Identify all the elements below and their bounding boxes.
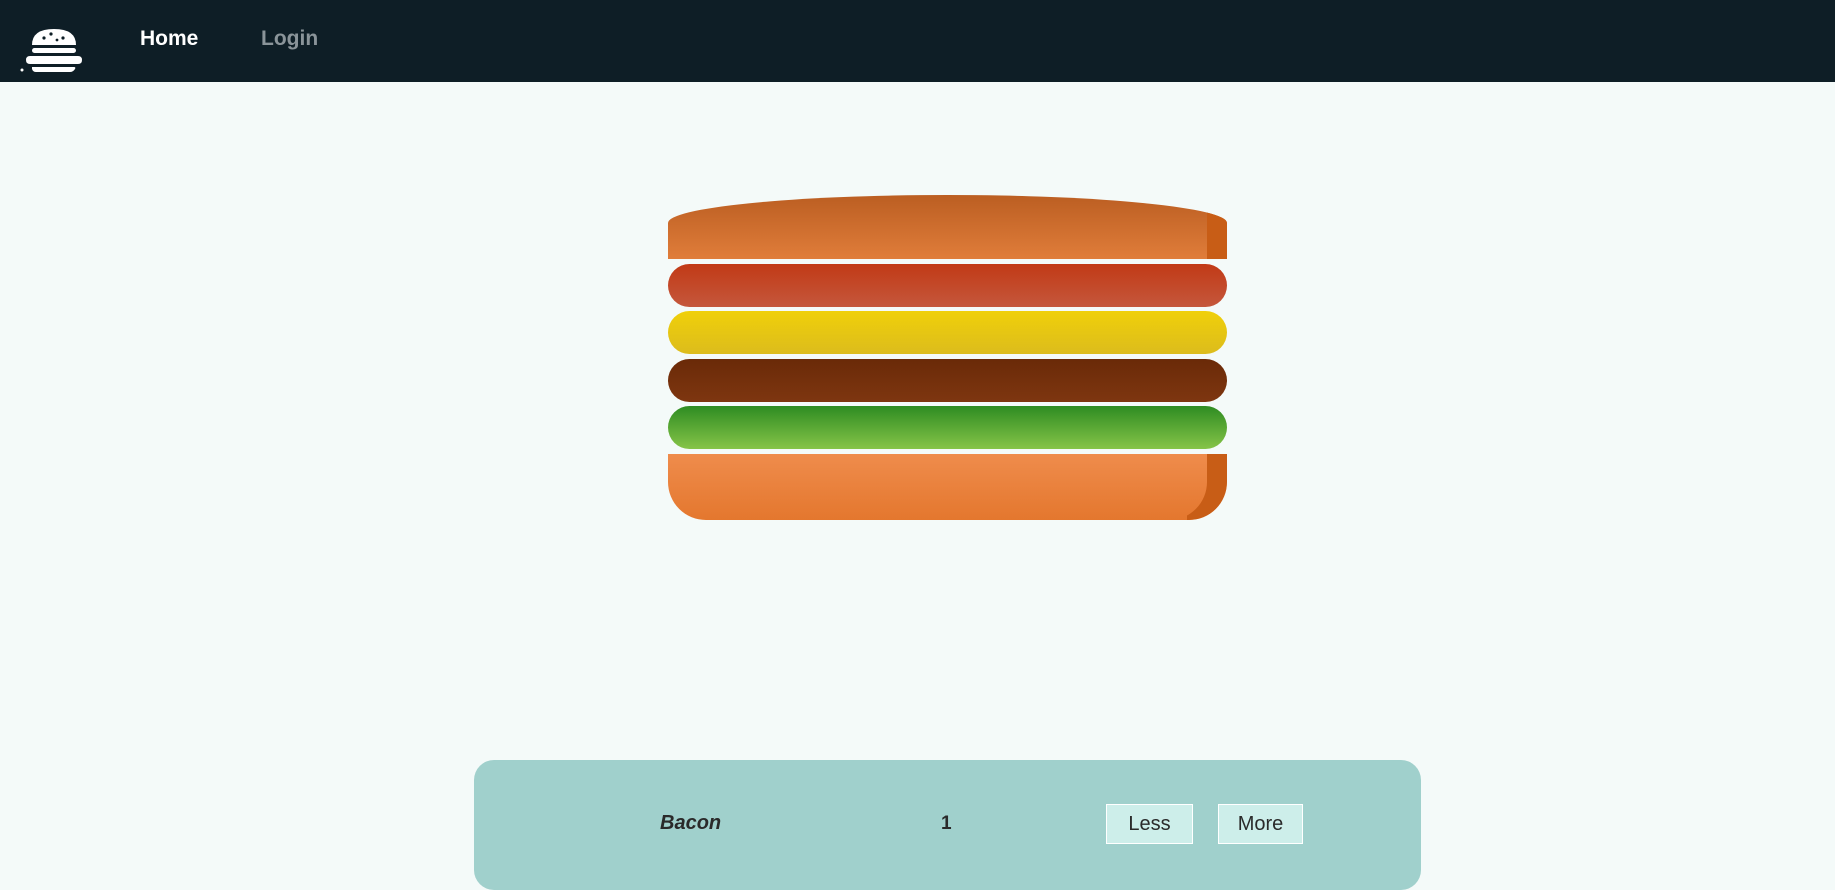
more-button[interactable]: More <box>1218 804 1303 844</box>
cheese-layer <box>668 311 1227 354</box>
ingredient-count: 1 <box>941 813 952 834</box>
bread-bottom-layer <box>668 454 1227 520</box>
salad-layer <box>668 406 1227 449</box>
bacon-layer <box>668 264 1227 307</box>
burger-preview <box>668 195 1227 520</box>
less-button[interactable]: Less <box>1106 804 1193 844</box>
meat-layer <box>668 359 1227 402</box>
bread-top-layer <box>668 195 1227 259</box>
nav-link-home[interactable]: Home <box>140 27 198 51</box>
nav-link-login[interactable]: Login <box>261 27 318 51</box>
burger-logo-icon[interactable] <box>20 26 88 72</box>
navbar: Home Login <box>0 0 1835 82</box>
build-controls: Bacon 1 Less More <box>474 760 1421 890</box>
ingredient-label: Bacon <box>660 812 722 834</box>
